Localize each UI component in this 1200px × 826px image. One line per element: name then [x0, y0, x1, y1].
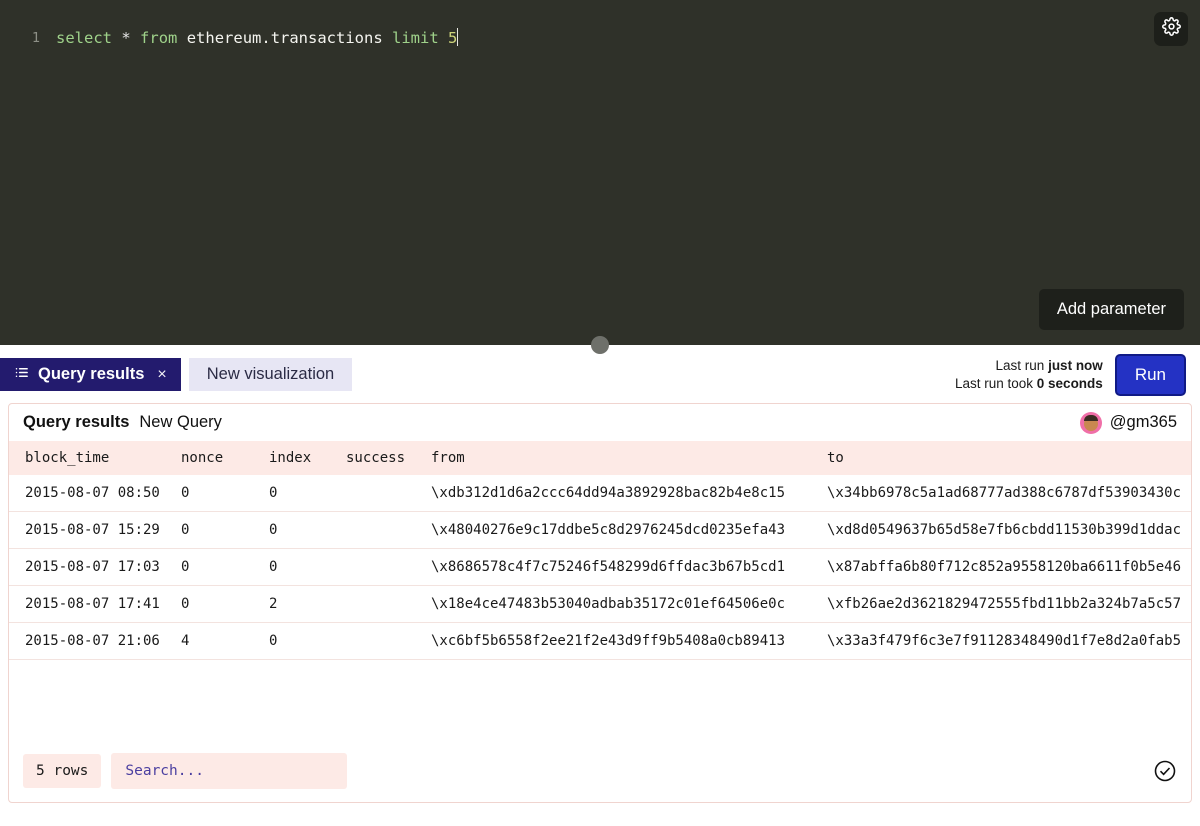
cell-block-time: 2015-08-07 08:50 — [9, 475, 181, 512]
cell-block-time: 2015-08-07 15:29 — [9, 511, 181, 549]
col-header-to[interactable]: to — [827, 441, 1191, 475]
cell-block-time: 2015-08-07 21:06 — [9, 622, 181, 660]
col-header-index[interactable]: index — [269, 441, 346, 475]
list-icon — [14, 365, 29, 385]
results-table-body: 2015-08-07 08:50 0 0 \xdb312d1d6a2ccc64d… — [9, 475, 1191, 660]
search-input[interactable] — [111, 753, 348, 789]
run-button[interactable]: Run — [1114, 354, 1186, 396]
cell-index: 2 — [269, 585, 346, 623]
table-row[interactable]: 2015-08-07 17:41 0 2 \x18e4ce47483b53040… — [9, 585, 1191, 623]
cell-from: \x48040276e9c17ddbe5c8d2976245dcd0235efa… — [431, 511, 827, 549]
cell-success — [346, 585, 431, 623]
editor-resize-handle[interactable] — [591, 336, 609, 354]
last-run-info: Last run just now Last run took 0 second… — [955, 357, 1103, 393]
text-caret — [457, 28, 459, 46]
last-run-line: Last run just now — [955, 357, 1103, 375]
check-circle-icon[interactable] — [1153, 759, 1177, 783]
results-owner[interactable]: @gm365 — [1079, 411, 1177, 434]
cell-to: \x87abffa6b80f712c852a9558120ba6611f0b5e… — [827, 548, 1191, 586]
sql-editor-panel[interactable]: 1 select * from ethereum.transactions li… — [0, 0, 1200, 345]
cell-index: 0 — [269, 511, 346, 549]
tab-query-results[interactable]: Query results × — [0, 358, 181, 391]
results-footer: 5 rows — [9, 740, 1191, 802]
cell-success — [346, 511, 431, 549]
last-run-prefix: Last run — [995, 358, 1045, 373]
cell-index: 0 — [269, 622, 346, 660]
tab-close-icon[interactable]: × — [157, 366, 166, 384]
sql-code-text[interactable]: select * from ethereum.transactions limi… — [44, 27, 459, 49]
cell-success — [346, 622, 431, 660]
table-header-row: block_time nonce index success from to — [9, 441, 1191, 475]
cell-nonce: 0 — [181, 585, 269, 623]
cell-from: \xdb312d1d6a2ccc64dd94a3892928bac82b4e8c… — [431, 475, 827, 512]
cell-index: 0 — [269, 475, 346, 512]
last-run-took-line: Last run took 0 seconds — [955, 375, 1103, 393]
last-run-value: just now — [1048, 358, 1103, 373]
username-label: @gm365 — [1109, 413, 1177, 431]
cell-block-time: 2015-08-07 17:03 — [9, 548, 181, 586]
cell-to: \xfb26ae2d3621829472555fbd11bb2a324b7a5c… — [827, 585, 1191, 623]
sql-token-number: 5 — [448, 29, 458, 47]
cell-to: \x34bb6978c5a1ad68777ad388c6787df5390343… — [827, 475, 1191, 512]
cell-success — [346, 548, 431, 586]
sql-token-star: * — [121, 29, 131, 47]
cell-nonce: 4 — [181, 622, 269, 660]
table-row[interactable]: 2015-08-07 08:50 0 0 \xdb312d1d6a2ccc64d… — [9, 475, 1191, 512]
col-header-nonce[interactable]: nonce — [181, 441, 269, 475]
table-row[interactable]: 2015-08-07 21:06 4 0 \xc6bf5b6558f2ee21f… — [9, 622, 1191, 660]
cell-nonce: 0 — [181, 475, 269, 512]
results-table: block_time nonce index success from to 2… — [9, 441, 1191, 660]
results-title: Query results — [23, 413, 130, 431]
editor-settings-button[interactable] — [1154, 12, 1188, 46]
tab-new-visualization-label: New visualization — [206, 365, 335, 383]
sql-token-select: select — [56, 29, 112, 47]
add-parameter-button[interactable]: Add parameter — [1038, 289, 1184, 330]
col-header-block-time[interactable]: block_time — [9, 441, 181, 475]
results-table-head: block_time nonce index success from to — [9, 441, 1191, 475]
cell-to: \xd8d0549637b65d58e7fb6cbdd11530b399d1dd… — [827, 511, 1191, 549]
code-line-1[interactable]: 1 select * from ethereum.transactions li… — [0, 0, 1200, 49]
line-number-gutter: 1 — [31, 30, 40, 46]
cell-to: \x33a3f479f6c3e7f91128348490d1f7e8d2a0fa… — [827, 622, 1191, 660]
run-controls: Last run just now Last run took 0 second… — [955, 354, 1186, 396]
avatar — [1079, 411, 1102, 434]
col-header-success[interactable]: success — [346, 441, 431, 475]
table-row[interactable]: 2015-08-07 15:29 0 0 \x48040276e9c17ddbe… — [9, 511, 1191, 549]
cell-from: \x8686578c4f7c75246f548299d6ffdac3b67b5c… — [431, 548, 827, 586]
results-query-name: New Query — [139, 413, 222, 431]
cell-from: \x18e4ce47483b53040adbab35172c01ef64506e… — [431, 585, 827, 623]
cell-nonce: 0 — [181, 548, 269, 586]
cell-nonce: 0 — [181, 511, 269, 549]
cell-success — [346, 475, 431, 512]
sql-token-from: from — [140, 29, 178, 47]
gear-icon — [1161, 17, 1181, 41]
sql-token-table: ethereum.transactions — [186, 29, 383, 47]
took-prefix: Last run took — [954, 376, 1034, 391]
tab-new-visualization[interactable]: New visualization — [188, 358, 353, 391]
took-value: 0 seconds — [1036, 376, 1103, 391]
row-count-badge: 5 rows — [23, 754, 102, 788]
table-row[interactable]: 2015-08-07 17:03 0 0 \x8686578c4f7c75246… — [9, 548, 1191, 586]
tab-query-results-label: Query results — [38, 365, 145, 383]
cell-from: \xc6bf5b6558f2ee21f2e43d9ff9b5408a0cb894… — [431, 622, 827, 660]
cell-block-time: 2015-08-07 17:41 — [9, 585, 181, 623]
query-results-panel: Query results New Query @gm365 block_tim… — [8, 403, 1192, 803]
results-header: Query results New Query @gm365 — [9, 404, 1191, 441]
col-header-from[interactable]: from — [431, 441, 827, 475]
cell-index: 0 — [269, 548, 346, 586]
sql-token-limit: limit — [392, 29, 439, 47]
